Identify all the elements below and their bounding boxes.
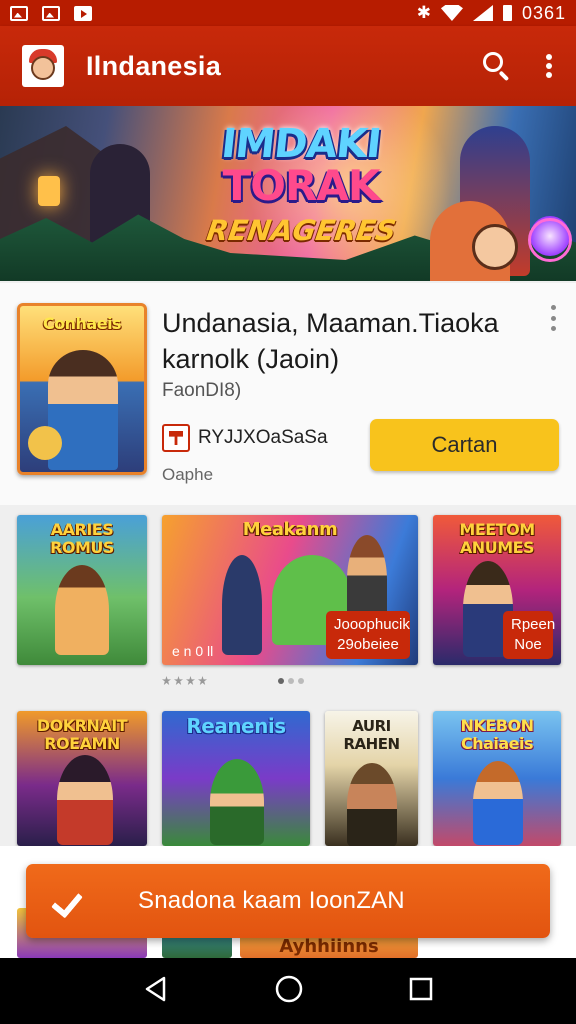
game-tile-title: Reanenis — [186, 714, 286, 738]
tile-character — [55, 565, 109, 655]
play-store-icon — [74, 5, 92, 21]
featured-cover-image[interactable]: Conhaeis — [17, 303, 147, 475]
featured-cover-title: Conhaeis — [42, 314, 122, 333]
game-tile[interactable]: NKEBON Chaiaeis — [433, 711, 561, 846]
gallery-icon — [10, 5, 28, 21]
snackbar-text: Snadona kaam IoonZAN — [138, 887, 405, 914]
game-tile-title: MEETOM ANUMES — [459, 520, 535, 557]
cart-button[interactable]: Cartan — [370, 419, 559, 471]
game-tile-badge: Rpeen Noe — [503, 611, 555, 659]
app-screen: ✱ 0361 Ilndanesia IMDAKI TORAK RENAGERES… — [0, 0, 576, 1024]
featured-item-card[interactable]: Conhaeis Undanasia, Maaman.Tiaoka karnol… — [0, 283, 576, 505]
developer-row[interactable]: RYJJXOaSaSa — [162, 424, 328, 452]
tile-character — [57, 755, 113, 845]
tile-character — [222, 555, 262, 655]
game-tile[interactable]: Reanenis — [162, 711, 310, 846]
snackbar[interactable]: Snadona kaam IoonZAN — [26, 864, 550, 938]
developer-logo-icon — [162, 424, 190, 452]
status-time: 0361 — [521, 2, 566, 23]
app-logo-icon — [22, 45, 64, 87]
hero-logo-line1: IMDAKI — [219, 121, 383, 167]
recents-icon[interactable] — [408, 976, 434, 1007]
bluetooth-icon: ✱ — [416, 3, 431, 22]
game-tile-featured[interactable]: Meakanm e n 0 ll Jooophucik 29obeiee — [162, 515, 418, 665]
tile-character — [210, 759, 264, 845]
app-title: Ilndanesia — [86, 50, 222, 81]
system-nav-bar — [0, 958, 576, 1024]
rating-stars — [162, 676, 207, 685]
game-tile-badge: Jooophucik 29obeiee — [326, 611, 410, 659]
more-vert-icon[interactable] — [544, 51, 554, 81]
tile-character — [347, 763, 397, 846]
hero-banner[interactable]: IMDAKI TORAK RENAGERES — [0, 106, 576, 281]
peek-tile-title: Ayhhiinns — [279, 936, 379, 957]
developer-name: RYJJXOaSaSa — [198, 427, 328, 448]
lantern-illustration — [38, 176, 60, 206]
game-tile-corner-text: e n 0 ll — [172, 643, 214, 659]
status-bar: ✱ 0361 — [0, 0, 576, 26]
signal-icon — [472, 5, 493, 21]
wifi-icon — [440, 5, 463, 21]
game-tile-title: Meakanm — [242, 519, 338, 540]
featured-more-icon[interactable] — [548, 305, 558, 331]
page-indicator — [278, 678, 304, 684]
image-icon — [42, 5, 60, 21]
battery-icon — [502, 5, 512, 21]
search-icon[interactable] — [480, 49, 514, 83]
check-icon — [54, 886, 84, 916]
game-tile[interactable]: AURI RAHEN — [325, 711, 418, 846]
hero-logo-line3: RENAGERES — [204, 214, 398, 247]
tile-character — [473, 761, 523, 845]
game-tile[interactable]: DOKRNAIT ROEAMN — [17, 711, 147, 846]
status-notifications — [10, 5, 92, 21]
hero-game-logo: IMDAKI TORAK RENAGERES — [204, 121, 398, 274]
status-system: ✱ 0361 — [417, 3, 566, 24]
featured-title: Undanasia, Maaman.Tiaoka karnolk (Jaoin) — [162, 308, 499, 374]
hero-logo-line2: TORAK — [222, 161, 381, 210]
orb-ring — [528, 218, 572, 262]
game-tile[interactable]: AARIES ROMUS — [17, 515, 147, 665]
game-tile-title: NKEBON Chaiaeis — [460, 716, 534, 753]
game-tile[interactable]: MEETOM ANUMES Rpeen Noe — [433, 515, 561, 665]
home-icon[interactable] — [274, 974, 304, 1009]
game-tile-title: AURI RAHEN — [343, 717, 400, 753]
game-tile-title: AARIES ROMUS — [50, 520, 114, 557]
featured-subtitle: FaonDI8) — [162, 380, 242, 401]
featured-meta: Oaphe — [162, 465, 214, 484]
game-tile-title: DOKRNAIT ROEAMN — [36, 716, 128, 753]
back-icon[interactable] — [142, 975, 170, 1008]
hero-face — [472, 224, 518, 270]
app-bar: Ilndanesia — [0, 26, 576, 106]
cover-creature — [28, 426, 62, 460]
